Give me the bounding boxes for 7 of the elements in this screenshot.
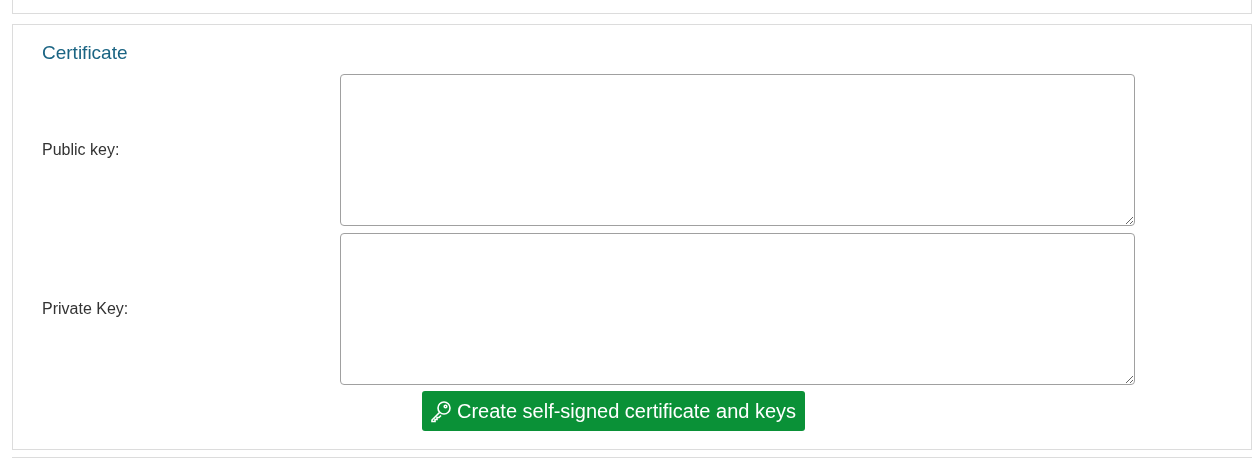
section-title: Certificate <box>42 41 128 65</box>
field-label: Public key: <box>42 141 120 159</box>
text-area[interactable] <box>340 233 1135 385</box>
create-certificate-button[interactable]: Create self-signed certificate and keys <box>422 391 806 431</box>
text-area[interactable] <box>340 74 1135 226</box>
field-label: Private Key: <box>42 300 129 318</box>
key-icon <box>429 399 453 423</box>
